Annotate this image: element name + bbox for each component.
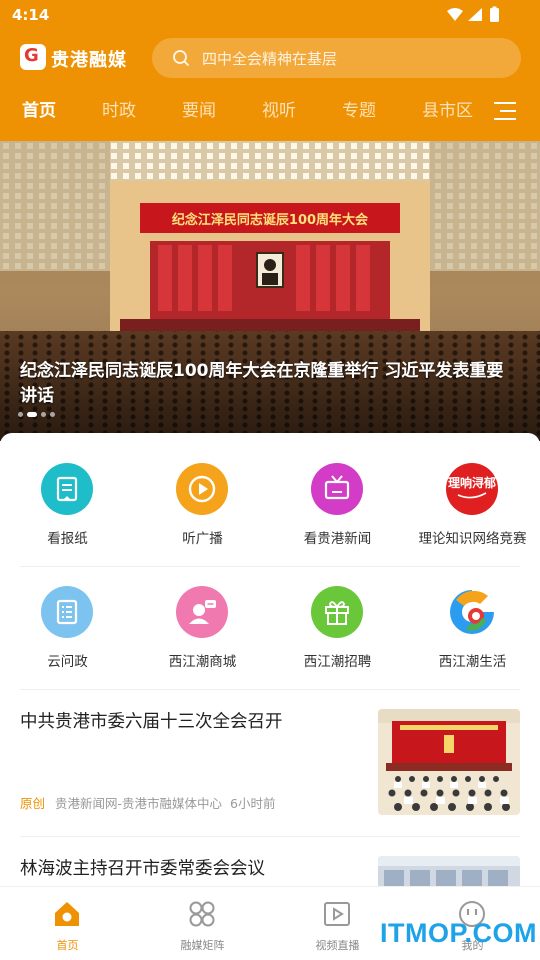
carousel-dot bbox=[41, 412, 46, 417]
tab-audiovisual[interactable]: 视听 bbox=[262, 96, 296, 121]
status-icons bbox=[447, 6, 499, 22]
tab-home[interactable]: 首页 bbox=[22, 96, 56, 121]
status-time: 4:14 bbox=[12, 6, 50, 24]
carousel-dot bbox=[18, 412, 23, 417]
grid-label: 西江潮生活 bbox=[438, 654, 507, 670]
carousel-dot bbox=[50, 412, 55, 417]
top-bar: G 贵港融媒 四中全会精神在基层 bbox=[0, 36, 540, 80]
battery-icon bbox=[490, 8, 499, 22]
grid-item-newspaper[interactable]: 看报纸 bbox=[0, 463, 135, 563]
nav-label: 首页 bbox=[56, 939, 79, 952]
news-title[interactable]: 中共贵港市委六届十三次全会召开 bbox=[20, 709, 350, 735]
search-input[interactable]: 四中全会精神在基层 bbox=[202, 48, 502, 69]
news-thumbnail[interactable] bbox=[378, 709, 520, 815]
logo-text: 贵港融媒 bbox=[51, 50, 127, 71]
grid-item-radio[interactable]: 听广播 bbox=[135, 463, 270, 563]
nav-media-matrix[interactable]: 融媒矩阵 bbox=[135, 887, 270, 960]
headline-carousel[interactable]: 纪念江泽民同志诞辰100周年大会 纪念江泽民同志诞辰100周年大会在京隆重举行 … bbox=[0, 141, 540, 441]
grid-label: 听广播 bbox=[182, 531, 223, 547]
section-divider bbox=[20, 689, 520, 690]
video-live-icon bbox=[324, 902, 350, 926]
news-thumbnail[interactable] bbox=[378, 856, 520, 888]
app-screen: 4:14 G 贵港融媒 四中全会精神在基层 首页 时政 要闻 视听 专题 县市区… bbox=[0, 0, 540, 960]
grid-item-shop[interactable]: 西江潮商城 bbox=[135, 586, 270, 686]
tab-politics[interactable]: 时政 bbox=[102, 96, 136, 121]
matrix-grid-icon bbox=[189, 901, 215, 927]
banner-title[interactable]: 纪念江泽民同志诞辰100周年大会在京隆重举行 习近平发表重要讲话 bbox=[20, 359, 520, 409]
news-item[interactable]: 中共贵港市委六届十三次全会召开 原创 贵港新闻网-贵港市融媒体中心 6小时前 bbox=[0, 709, 540, 849]
tv-icon bbox=[311, 463, 363, 515]
news-time: 6小时前 bbox=[230, 796, 276, 811]
grid-item-life[interactable]: 西江潮生活 bbox=[405, 586, 540, 686]
carousel-dot-active bbox=[27, 412, 37, 417]
search-icon bbox=[173, 50, 190, 67]
grid-item-cloud-inquiry[interactable]: 云问政 bbox=[0, 586, 135, 686]
grid-label: 理论知识网络竞赛 bbox=[418, 531, 527, 547]
news-title[interactable]: 林海波主持召开市委常委会会议 bbox=[20, 856, 350, 882]
grid-item-recruit[interactable]: 西江潮招聘 bbox=[270, 586, 405, 686]
tab-counties[interactable]: 县市区 bbox=[422, 96, 473, 121]
newspaper-icon bbox=[41, 463, 93, 515]
gift-box-icon bbox=[311, 586, 363, 638]
grid-label: 看报纸 bbox=[47, 531, 88, 547]
grid-label: 看贵港新闻 bbox=[303, 531, 372, 547]
theory-quiz-logo-icon: 理响浔郁 bbox=[446, 463, 498, 515]
grid-item-guigang-news[interactable]: 看贵港新闻 bbox=[270, 463, 405, 563]
stage-banner-text: 纪念江泽民同志诞辰100周年大会 bbox=[172, 212, 369, 228]
tab-topics[interactable]: 专题 bbox=[342, 96, 376, 121]
status-bar: 4:14 bbox=[0, 0, 540, 30]
home-icon bbox=[55, 902, 79, 926]
grid-label: 云问政 bbox=[47, 654, 88, 670]
document-list-icon bbox=[41, 586, 93, 638]
grid-label: 西江潮商城 bbox=[168, 654, 237, 670]
app-header: 4:14 G 贵港融媒 四中全会精神在基层 首页 时政 要闻 视听 专题 县市区 bbox=[0, 0, 540, 141]
logo-badge-icon: G bbox=[20, 44, 46, 70]
news-meta: 原创 贵港新闻网-贵港市融媒体中心 6小时前 bbox=[20, 793, 275, 812]
xijiangchao-swirl-icon bbox=[446, 586, 498, 638]
grid-item-theory-quiz[interactable]: 理响浔郁 理论知识网络竞赛 bbox=[405, 463, 540, 563]
nav-label: 融媒矩阵 bbox=[180, 939, 225, 952]
shop-assistant-icon bbox=[176, 586, 228, 638]
content-panel: 看报纸 听广播 看贵港新闻 理响浔郁 理论知识网络竞赛 云问政 西江潮商城 西江… bbox=[0, 433, 540, 888]
news-divider bbox=[20, 836, 520, 837]
nav-home[interactable]: 首页 bbox=[0, 887, 135, 960]
play-radio-icon bbox=[176, 463, 228, 515]
grid-label: 西江潮招聘 bbox=[303, 654, 372, 670]
tab-headlines[interactable]: 要闻 bbox=[182, 96, 216, 121]
menu-icon[interactable] bbox=[492, 100, 518, 122]
search-bar[interactable]: 四中全会精神在基层 bbox=[152, 38, 521, 78]
carousel-indicator bbox=[18, 412, 78, 418]
original-badge: 原创 bbox=[20, 796, 46, 811]
signal-icon bbox=[468, 8, 482, 21]
svg-text:理响浔郁: 理响浔郁 bbox=[448, 475, 496, 490]
app-logo: G 贵港融媒 bbox=[20, 44, 128, 72]
channel-tabs: 首页 时政 要闻 视听 专题 县市区 bbox=[0, 96, 540, 132]
watermark-text: ITMOP.COM bbox=[380, 918, 538, 948]
news-item[interactable]: 林海波主持召开市委常委会会议 bbox=[0, 856, 540, 888]
wifi-icon bbox=[447, 8, 463, 21]
grid-divider bbox=[20, 566, 520, 567]
news-source: 贵港新闻网-贵港市融媒体中心 bbox=[55, 796, 223, 811]
